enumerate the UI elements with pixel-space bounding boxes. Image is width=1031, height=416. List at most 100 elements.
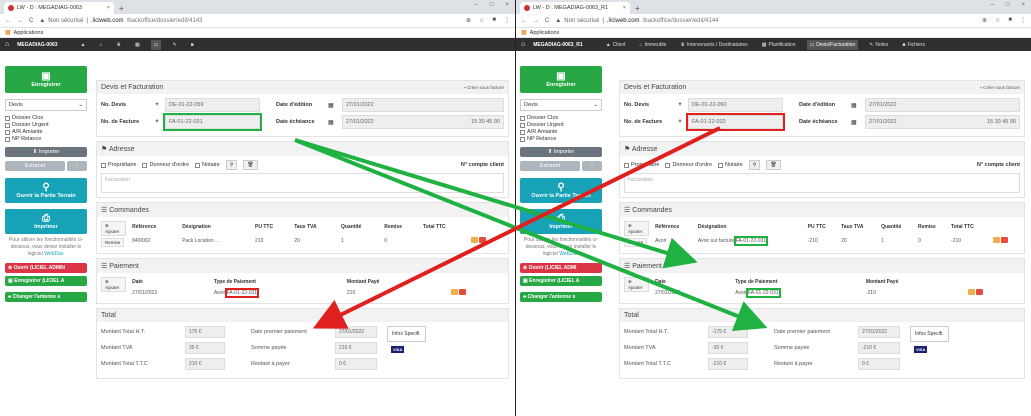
- save-liciel-button[interactable]: ▣ Enregistrer (LICIEL A: [520, 276, 602, 286]
- nav-notes[interactable]: ✎ Notes: [866, 40, 891, 50]
- facturation-field[interactable]: Facturation: [101, 173, 504, 193]
- checkbox-ar-amiante[interactable]: A/R Amiante: [520, 129, 602, 135]
- create-invoice-button[interactable]: ▪ Créer sous facture: [980, 85, 1020, 90]
- extranet-button[interactable]: Extranet: [520, 161, 580, 171]
- checkbox-notaire[interactable]: Notaire: [195, 162, 220, 168]
- browser-tab[interactable]: LW - D : MEGADIAG-0063_R1 ×: [520, 2, 630, 14]
- zoom-icon[interactable]: ⊕: [466, 17, 471, 24]
- nav-immeuble[interactable]: ⌂ Immeuble: [636, 40, 669, 50]
- new-tab-icon[interactable]: +: [635, 4, 640, 13]
- date-echeance-field[interactable]: 27/01/2022 15 30 45 90: [865, 115, 1020, 129]
- nav-client[interactable]: ▲ Client: [603, 40, 629, 50]
- echeance-shortcuts[interactable]: 15 30 45 90: [987, 119, 1016, 125]
- nav-fichiers[interactable]: ■ Fichiers: [899, 40, 928, 50]
- minimize-icon[interactable]: –: [475, 2, 478, 8]
- checkbox-dossier-urgent[interactable]: Dossier Urgent: [5, 122, 87, 128]
- checkbox-ar-amiante[interactable]: A/R Amiante: [5, 129, 87, 135]
- checkbox-dossier-clos[interactable]: Dossier Clos: [520, 115, 602, 121]
- import-button[interactable]: ⬆ Importer: [5, 147, 87, 157]
- checkbox-donneur[interactable]: Donneur d'ordre: [665, 162, 712, 168]
- open-liciel-button[interactable]: ⊗ Ouvrir (LICIEL ADMI: [520, 263, 602, 273]
- print-button[interactable]: ⎙ Imprimer: [5, 209, 87, 234]
- home-icon[interactable]: ⌂: [5, 41, 9, 48]
- add-payment-button[interactable]: ⊕ Ajouter: [101, 277, 127, 292]
- checkbox-dossier-urgent[interactable]: Dossier Urgent: [520, 122, 602, 128]
- checkbox-dossier-clos[interactable]: Dossier Clos: [5, 115, 87, 121]
- create-invoice-button[interactable]: ▪ Créer sous facture: [464, 85, 504, 90]
- extranet-button[interactable]: Extranet: [5, 161, 65, 171]
- checkbox-np-relance[interactable]: NP Relance: [520, 136, 602, 142]
- apps-icon[interactable]: ▦: [521, 29, 527, 36]
- date-edition-field[interactable]: 27/01/2022: [865, 98, 1020, 112]
- add-facture-icon[interactable]: +: [676, 119, 684, 125]
- no-facture-field[interactable]: FA-01-22-031: [163, 113, 262, 131]
- change-antenna-button[interactable]: ♣ Changer l'antenne s: [5, 292, 87, 302]
- no-devis-field[interactable]: DE-01-22-060: [688, 98, 783, 112]
- extension-icon[interactable]: ■: [1008, 17, 1012, 24]
- nav-fichiers-icon[interactable]: ■: [188, 40, 197, 50]
- bookmark-applications[interactable]: Applications: [530, 30, 560, 36]
- save-button[interactable]: ▣ Enregistrer: [5, 66, 87, 93]
- edit-icon[interactable]: [450, 289, 458, 295]
- type-select[interactable]: Devis ⌄: [5, 99, 87, 111]
- close-tab-icon[interactable]: ×: [623, 5, 626, 11]
- zoom-icon[interactable]: ⊕: [982, 17, 987, 24]
- close-tab-icon[interactable]: ×: [107, 5, 110, 11]
- checkbox-proprietaire[interactable]: Propriétaire: [101, 162, 136, 168]
- nav-client-icon[interactable]: ▲: [78, 40, 89, 50]
- echeance-shortcuts[interactable]: 15 30 45 90: [471, 119, 500, 125]
- checkbox-np-relance[interactable]: NP Relance: [5, 136, 87, 142]
- menu-icon[interactable]: ⋮: [1020, 17, 1026, 24]
- maximize-icon[interactable]: □: [1006, 2, 1010, 8]
- add-command-button[interactable]: ⊕ Ajouter: [624, 221, 650, 236]
- delete-icon[interactable]: [458, 289, 466, 295]
- change-antenna-button[interactable]: ♣ Changer l'antenne s: [520, 292, 602, 302]
- edit-icon[interactable]: [471, 237, 479, 244]
- infos-button[interactable]: Infos Specifi.: [910, 326, 949, 342]
- checkbox-proprietaire[interactable]: Propriétaire: [624, 162, 659, 168]
- trash-icon[interactable]: 🗑: [243, 160, 258, 170]
- open-terrain-button[interactable]: ⚲ Ouvrir la Partie Terrain: [520, 178, 602, 203]
- new-tab-icon[interactable]: +: [119, 4, 124, 13]
- forward-icon[interactable]: →: [533, 18, 539, 24]
- back-icon[interactable]: ←: [5, 18, 11, 24]
- checkbox-notaire[interactable]: Notaire: [718, 162, 743, 168]
- delete-icon[interactable]: [1000, 237, 1008, 244]
- delete-icon[interactable]: [479, 237, 487, 244]
- apps-icon[interactable]: ▦: [5, 29, 11, 36]
- reload-icon[interactable]: C: [545, 18, 549, 24]
- import-button[interactable]: ⬆ Importer: [520, 147, 602, 157]
- nav-devis-icon[interactable]: ▭: [150, 39, 162, 50]
- visa-icon[interactable]: VISA: [391, 346, 405, 353]
- add-devis-icon[interactable]: +: [153, 102, 161, 108]
- star-icon[interactable]: ☆: [995, 17, 1000, 24]
- back-icon[interactable]: ←: [521, 18, 527, 24]
- save-liciel-button[interactable]: ▣ Enregistrer (LICIEL A: [5, 276, 87, 286]
- search-icon[interactable]: ⚲: [748, 160, 761, 170]
- calendar-icon[interactable]: ▦: [328, 102, 338, 109]
- extranet-upload-button[interactable]: ↑: [582, 161, 602, 171]
- close-window-icon[interactable]: ×: [1021, 2, 1025, 8]
- star-icon[interactable]: ☆: [479, 17, 484, 24]
- extension-icon[interactable]: ■: [492, 17, 496, 24]
- remise-button[interactable]: Remise: [624, 238, 648, 247]
- save-button[interactable]: ▣ Enregistrer: [520, 66, 602, 93]
- add-command-button[interactable]: ⊕ Ajouter: [101, 221, 127, 236]
- facturation-field[interactable]: Facturation: [624, 173, 1020, 193]
- url-field[interactable]: ▲ Non sécurisé | .liciweb.com/backoffice…: [555, 18, 976, 24]
- nav-planification-icon[interactable]: ▦: [132, 40, 143, 50]
- delete-icon[interactable]: [975, 289, 983, 295]
- nav-intervenants-icon[interactable]: ♛: [114, 40, 124, 50]
- edit-icon[interactable]: [992, 237, 1000, 244]
- open-liciel-button[interactable]: ⊗ Ouvrir (LICIEL ADMIN: [5, 263, 87, 273]
- add-payment-button[interactable]: ⊕ Ajouter: [624, 277, 650, 292]
- edit-icon[interactable]: [967, 289, 975, 295]
- extranet-upload-button[interactable]: ↑: [67, 161, 87, 171]
- maximize-icon[interactable]: □: [490, 2, 494, 8]
- minimize-icon[interactable]: –: [991, 2, 994, 8]
- nav-devis[interactable]: ▭ Devis/Facturation: [806, 39, 859, 50]
- browser-tab[interactable]: LW - D : MEGADIAG-0063 ×: [4, 2, 114, 14]
- bookmark-applications[interactable]: Applications: [14, 30, 44, 36]
- no-facture-field[interactable]: FA-01-22-032: [686, 113, 785, 131]
- search-icon[interactable]: ⚲: [225, 160, 238, 170]
